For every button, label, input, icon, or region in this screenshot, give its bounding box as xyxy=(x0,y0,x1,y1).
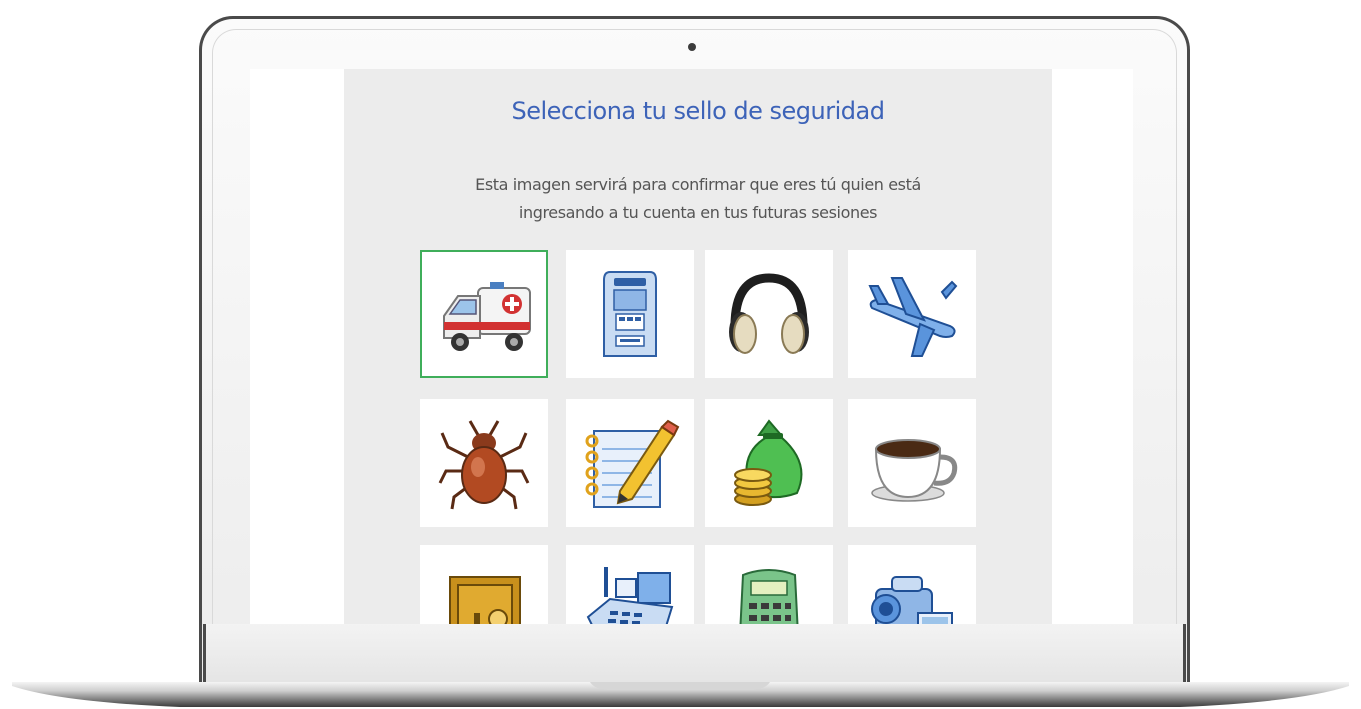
description-line-2: ingresando a tu cuenta en tus futuras se… xyxy=(518,203,878,222)
seal-option-atm[interactable] xyxy=(566,250,694,378)
laptop-base xyxy=(12,682,1349,707)
seal-option-safe[interactable] xyxy=(420,545,548,624)
seal-option-coffee[interactable] xyxy=(848,399,976,527)
atm-machine-icon xyxy=(603,271,657,357)
laptop-screen: Selecciona tu sello de seguridad Esta im… xyxy=(250,69,1133,624)
seal-option-cash-register[interactable] xyxy=(566,545,694,624)
seal-option-ambulance[interactable] xyxy=(420,250,548,378)
video-camera-icon xyxy=(871,576,953,624)
notepad-pencil-icon xyxy=(585,419,680,508)
laptop-mockup: Selecciona tu sello de seguridad Esta im… xyxy=(0,0,1361,709)
airplane-icon xyxy=(868,277,958,357)
seal-option-money[interactable] xyxy=(705,399,833,527)
description-line-1: Esta imagen servirá para confirmar que e… xyxy=(475,175,921,194)
bug-icon xyxy=(438,420,530,510)
calculator-icon xyxy=(739,569,799,624)
seal-option-video-camera[interactable] xyxy=(848,545,976,624)
headphones-icon xyxy=(729,273,809,354)
safe-icon xyxy=(449,576,521,624)
webcam-dot xyxy=(688,43,696,51)
security-seal-panel: Selecciona tu sello de seguridad Esta im… xyxy=(344,69,1052,624)
money-bag-coins-icon xyxy=(734,419,803,506)
page-description: Esta imagen servirá para confirmar que e… xyxy=(344,171,1052,227)
coffee-cup-icon xyxy=(871,439,958,502)
seal-option-bug[interactable] xyxy=(420,399,548,527)
seal-option-airplane[interactable] xyxy=(848,250,976,378)
seal-option-calculator[interactable] xyxy=(705,545,833,624)
cash-register-icon xyxy=(586,567,674,624)
page-title: Selecciona tu sello de seguridad xyxy=(511,97,885,125)
seal-option-headphones[interactable] xyxy=(705,250,833,378)
ambulance-icon xyxy=(443,282,531,351)
screen-bezel-bottom xyxy=(203,624,1186,686)
seal-option-notepad[interactable] xyxy=(566,399,694,527)
